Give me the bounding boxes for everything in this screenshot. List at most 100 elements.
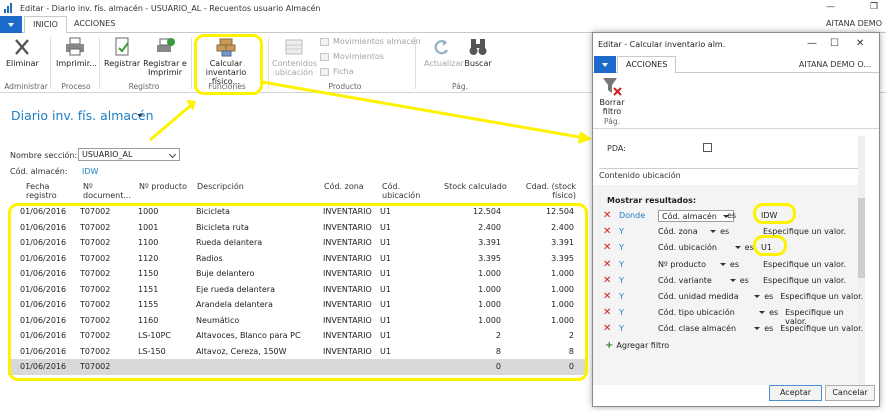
filter-field-select[interactable]: Nº producto (658, 259, 726, 271)
col-zona[interactable]: Cód. zona (324, 182, 364, 191)
dialog-close-button[interactable]: ✕ (856, 38, 864, 49)
dialog-minimize-button[interactable]: — (807, 38, 817, 49)
filter-row: ✕ Donde Cód. almacén es IDW (603, 210, 865, 223)
col-cantidad[interactable]: Cdad. (stock físico) (522, 182, 576, 200)
add-filter-button[interactable]: + Agregar filtro (605, 340, 669, 351)
filter-field-select[interactable]: Cód. zona (658, 226, 717, 238)
seccion-select[interactable]: USUARIO_AL (78, 148, 180, 161)
chevron-down-icon (759, 311, 766, 315)
filter-operator: es (729, 259, 739, 269)
filter-connector: Y (619, 308, 624, 318)
remove-filter-icon[interactable]: ✕ (603, 275, 611, 286)
filter-value-input[interactable]: Especifique un valor. (763, 276, 846, 285)
dialog-maximize-button[interactable]: ☐ (830, 38, 839, 49)
dialog-title: Editar - Calcular inventario alm. (598, 40, 726, 49)
cancelar-button[interactable]: Cancelar (825, 385, 875, 401)
filter-field-select[interactable]: Cód. unidad medida (658, 291, 761, 303)
filter-operator: es (764, 324, 774, 334)
dialog-tab-acciones[interactable]: ACCIONES (617, 56, 677, 74)
col-descripcion[interactable]: Descripción (197, 182, 244, 191)
filter-value-input[interactable]: Especifique un valor. (763, 227, 846, 236)
filter-field-select[interactable]: Cód. almacén (658, 210, 734, 222)
group-label-administrar: Administrar (4, 82, 48, 91)
filter-field-select[interactable]: Cód. ubicación (658, 242, 741, 254)
file-menu-button[interactable] (0, 16, 22, 33)
remove-filter-icon[interactable]: ✕ (603, 307, 611, 318)
chevron-down-icon (734, 246, 741, 250)
filter-operator: es (727, 211, 737, 220)
restore-button[interactable]: ❐ (870, 2, 878, 12)
buscar-button[interactable]: Buscar (463, 37, 493, 68)
filter-value-input[interactable]: U1 (761, 243, 772, 252)
filter-connector: Y (619, 227, 624, 237)
imprimir-button[interactable]: Imprimir... (56, 37, 97, 68)
ribbon-tabs: INICIO ACCIONES AITANA DEMO (0, 16, 886, 34)
group-label-proceso: Proceso (61, 82, 91, 91)
movimientos-almacen-button[interactable]: Movimientos almacén (320, 37, 421, 46)
remove-filter-icon[interactable]: ✕ (603, 323, 611, 334)
user-name: AITANA DEMO (826, 19, 882, 28)
title-bar: Editar - Diario inv. fís. almacén - USUA… (0, 0, 886, 16)
filter-connector: Y (619, 275, 624, 285)
filter-connector: Donde (619, 211, 646, 220)
filter-value-input[interactable]: Especifique un valor. (780, 324, 863, 333)
col-producto[interactable]: Nº producto (139, 182, 187, 191)
filter-field-select[interactable]: Cód. tipo ubicación (658, 307, 766, 319)
filter-value-input[interactable]: Especifique un valor. (763, 260, 846, 269)
almacen-value[interactable]: IDW (82, 167, 98, 176)
filter-operator: es (764, 292, 774, 301)
movimientos-button[interactable]: Movimientos (320, 52, 384, 61)
dialog-file-menu[interactable] (594, 56, 616, 73)
filter-row: ✕ Y Cód. ubicación es U1 (603, 242, 865, 255)
ledger-icon (320, 37, 329, 46)
binoculars-icon (467, 37, 489, 57)
col-documento[interactable]: Nº document... (83, 182, 131, 200)
page-title[interactable]: Diario inv. fís. almacén (11, 108, 154, 123)
registrar-imprimir-button[interactable]: Registrar e Imprimir (142, 37, 188, 77)
borrar-filtro-button[interactable]: Borrar filtro (597, 76, 627, 116)
highlight-grid (8, 203, 588, 381)
section-contenido-ubicacion[interactable]: Contenido ubicación (599, 168, 861, 181)
pda-checkbox[interactable] (703, 143, 712, 152)
tab-inicio[interactable]: INICIO (24, 16, 67, 34)
col-fecha[interactable]: Fecha registro (26, 182, 66, 200)
contenidos-ubicacion-button[interactable]: Contenidos ubicación (272, 37, 317, 77)
ficha-button[interactable]: Ficha (320, 67, 354, 76)
group-label-pag: Pág. (452, 82, 468, 91)
col-ubicacion[interactable]: Cód. ubicación (382, 182, 422, 200)
chevron-down-icon (168, 150, 177, 159)
filter-connector: Y (619, 324, 624, 334)
remove-filter-icon[interactable]: ✕ (603, 210, 611, 221)
minimize-button[interactable]: — (826, 2, 835, 12)
app-chart-icon (3, 2, 15, 14)
chevron-down-icon (719, 262, 726, 266)
chevron-down-icon[interactable] (137, 114, 143, 117)
filter-operator: es (744, 243, 754, 253)
filter-operator: es (739, 275, 749, 285)
filter-field-select[interactable]: Cód. variante (658, 275, 736, 287)
eliminar-button[interactable]: Eliminar (6, 37, 39, 68)
filter-connector: Y (619, 292, 624, 301)
chevron-down-icon (729, 278, 736, 282)
remove-filter-icon[interactable]: ✕ (603, 291, 611, 302)
registrar-button[interactable]: Registrar (104, 37, 140, 68)
filter-value-input[interactable]: IDW (761, 211, 777, 220)
filter-field-select[interactable]: Cód. clase almacén (658, 323, 761, 335)
col-stock[interactable]: Stock calculado (444, 182, 507, 191)
dialog-ribbon: Borrar filtro Pág. (593, 73, 879, 129)
almacen-label: Cód. almacén: (10, 167, 68, 176)
post-document-icon (111, 37, 133, 57)
filter-connector: Y (619, 259, 624, 269)
filter-value-input[interactable]: Especifique un valor. (780, 292, 863, 301)
tab-acciones[interactable]: ACCIONES (66, 16, 123, 33)
group-label-registro: Registro (128, 82, 160, 91)
remove-filter-icon[interactable]: ✕ (603, 242, 611, 253)
actualizar-button[interactable]: Actualizar (424, 37, 464, 68)
highlight-calcular (194, 34, 263, 95)
remove-filter-icon[interactable]: ✕ (603, 226, 611, 237)
filter-row: ✕ Y Cód. variante es Especifique un valor. (603, 275, 865, 288)
remove-filter-icon[interactable]: ✕ (603, 259, 611, 270)
filter-row: ✕ Y Cód. unidad medida es Especifique un val… (603, 291, 865, 304)
aceptar-button[interactable]: Aceptar (769, 385, 822, 401)
filter-row: ✕ Y Cód. zona es Especifique un valor. (603, 226, 865, 239)
